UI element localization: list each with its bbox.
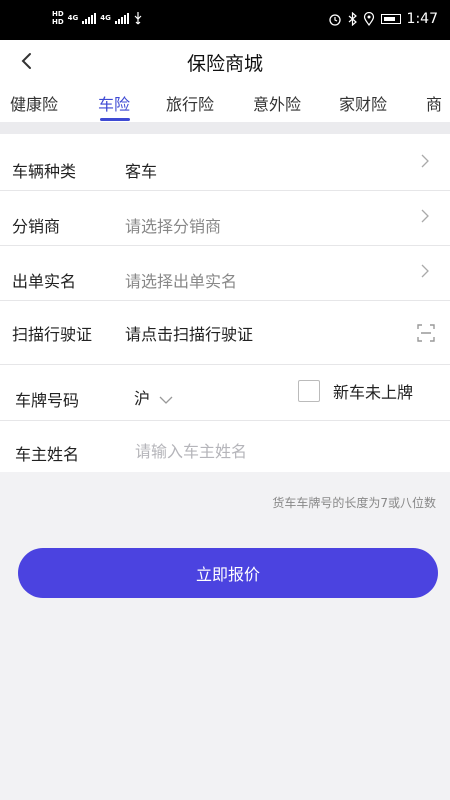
active-tab-indicator [100, 118, 130, 121]
issuer-name-placeholder: 请选择出单实名 [125, 272, 238, 291]
chevron-right-icon [421, 154, 429, 168]
chevron-down-icon [159, 396, 173, 404]
province-value: 沪 [134, 389, 151, 408]
nav-bar: 保险商城 [0, 40, 450, 82]
tab-accident[interactable]: 意外险 [253, 91, 301, 115]
hd-badge-1: HD [52, 10, 64, 18]
signal-icon-1 [82, 12, 97, 24]
signal-icon-2 [114, 12, 129, 24]
owner-name-row: 车主姓名 请输入车主姓名 [0, 421, 450, 472]
scan-license-row[interactable]: 扫描行驶证 请点击扫描行驶证 [0, 301, 450, 365]
bluetooth-icon [348, 12, 357, 26]
issuer-name-row[interactable]: 出单实名 请选择出单实名 [0, 246, 450, 301]
status-right: 1:47 [328, 11, 438, 27]
page-title: 保险商城 [186, 53, 263, 75]
tab-auto[interactable]: 车险 [98, 91, 130, 115]
network-label-1: 4G [67, 14, 79, 22]
scan-license-placeholder: 请点击扫描行驶证 [125, 325, 254, 344]
status-time: 1:47 [406, 11, 438, 27]
owner-name-label: 车主姓名 [15, 445, 80, 464]
distributor-placeholder: 请选择分销商 [125, 217, 222, 236]
tab-more[interactable]: 商 [426, 91, 442, 115]
plate-label: 车牌号码 [15, 391, 80, 410]
status-bar: HD HD 4G 4G 1:47 [0, 0, 450, 40]
vehicle-type-label: 车辆种类 [12, 162, 77, 181]
category-tabs: 健康险 车险 旅行险 意外险 家财险 商 [0, 82, 450, 122]
issuer-name-label: 出单实名 [12, 272, 77, 291]
network-label-2: 4G [100, 14, 111, 22]
scan-license-label: 扫描行驶证 [12, 325, 93, 344]
vehicle-type-value: 客车 [125, 162, 158, 181]
alarm-icon [328, 14, 341, 26]
owner-name-input[interactable]: 请输入车主姓名 [135, 438, 247, 462]
province-select[interactable]: 沪 [134, 385, 173, 409]
usb-icon [134, 12, 142, 25]
location-icon [363, 12, 374, 26]
new-car-checkbox[interactable] [298, 380, 320, 402]
get-quote-button[interactable]: 立即报价 [18, 548, 438, 598]
chevron-right-icon [421, 264, 429, 278]
tab-property[interactable]: 家财险 [339, 91, 387, 115]
vehicle-form: 车辆种类 客车 分销商 请选择分销商 出单实名 请选择出单实名 扫描行驶证 请点… [0, 134, 450, 472]
plate-row: 车牌号码 沪 新车未上牌 [0, 365, 450, 421]
hd-badge-2: HD [52, 18, 64, 26]
battery-icon [380, 14, 401, 24]
distributor-label: 分销商 [12, 217, 61, 236]
tab-travel[interactable]: 旅行险 [166, 91, 214, 115]
scan-icon[interactable] [416, 323, 436, 343]
new-car-label: 新车未上牌 [333, 383, 414, 402]
distributor-row[interactable]: 分销商 请选择分销商 [0, 191, 450, 246]
tab-health[interactable]: 健康险 [10, 91, 58, 115]
chevron-right-icon [421, 209, 429, 223]
vehicle-type-row[interactable]: 车辆种类 客车 [0, 134, 450, 191]
status-left: HD HD 4G 4G [52, 10, 143, 26]
section-divider [0, 122, 450, 134]
plate-length-note: 货车车牌号的长度为7或八位数 [272, 496, 436, 510]
